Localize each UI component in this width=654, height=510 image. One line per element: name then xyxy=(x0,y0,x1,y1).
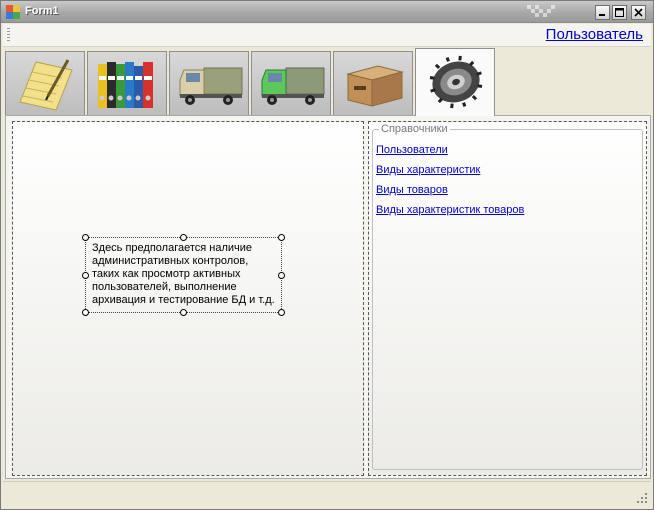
link-product-types[interactable]: Виды товаров xyxy=(376,184,448,196)
truck-icon xyxy=(179,67,243,105)
gear-icon xyxy=(429,55,483,109)
tab-green-truck[interactable] xyxy=(251,51,331,115)
status-bar xyxy=(3,481,651,507)
resize-handle[interactable] xyxy=(82,272,89,279)
minimize-icon xyxy=(599,14,605,16)
admin-panel: Здесь предполагается наличие администрат… xyxy=(12,121,364,476)
references-panel: Справочники Пользователи Виды характерис… xyxy=(368,121,647,476)
resize-handle[interactable] xyxy=(180,234,187,241)
resize-handle[interactable] xyxy=(278,234,285,241)
resize-grip-icon[interactable] xyxy=(636,492,648,504)
resize-handle[interactable] xyxy=(180,309,187,316)
references-groupbox: Справочники Пользователи Виды характерис… xyxy=(372,123,643,470)
resize-handle[interactable] xyxy=(278,272,285,279)
close-icon xyxy=(634,8,643,17)
tab-box[interactable] xyxy=(333,51,413,115)
menu-grip[interactable] xyxy=(7,28,10,43)
link-characteristic-types[interactable]: Виды характеристик xyxy=(376,164,480,176)
icon-tabstrip xyxy=(5,48,651,116)
title-bar[interactable]: Form1 xyxy=(1,1,653,23)
app-icon xyxy=(6,5,20,19)
admin-description-text: Здесь предполагается наличие администрат… xyxy=(92,242,275,306)
binders-icon xyxy=(98,62,153,108)
maximize-button[interactable] xyxy=(612,5,627,20)
menu-bar: Пользователь xyxy=(3,24,651,47)
resize-handle[interactable] xyxy=(82,234,89,241)
maximize-icon xyxy=(615,8,624,17)
resize-handle[interactable] xyxy=(278,309,285,316)
tab-notepad[interactable] xyxy=(5,51,85,115)
window-title: Form1 xyxy=(25,5,59,17)
titlebar-pattern-icon xyxy=(527,5,555,17)
tab-truck[interactable] xyxy=(169,51,249,115)
link-product-characteristic-types[interactable]: Виды характеристик товаров xyxy=(376,204,524,216)
close-button[interactable] xyxy=(631,5,646,20)
tab-gear[interactable] xyxy=(415,48,495,116)
minimize-button[interactable] xyxy=(595,5,610,20)
user-link[interactable]: Пользователь xyxy=(546,26,643,43)
tab-content: Здесь предполагается наличие администрат… xyxy=(5,116,651,479)
tab-binders[interactable] xyxy=(87,51,167,115)
green-truck-icon xyxy=(261,67,325,105)
notepad-icon xyxy=(19,59,73,111)
app-window: Form1 Пользователь Здесь предполагается … xyxy=(0,0,654,510)
link-users[interactable]: Пользователи xyxy=(376,144,448,156)
cardboard-box-icon xyxy=(346,65,404,107)
resize-handle[interactable] xyxy=(82,309,89,316)
admin-description-label[interactable]: Здесь предполагается наличие администрат… xyxy=(82,234,285,316)
references-title: Справочники xyxy=(379,123,450,135)
